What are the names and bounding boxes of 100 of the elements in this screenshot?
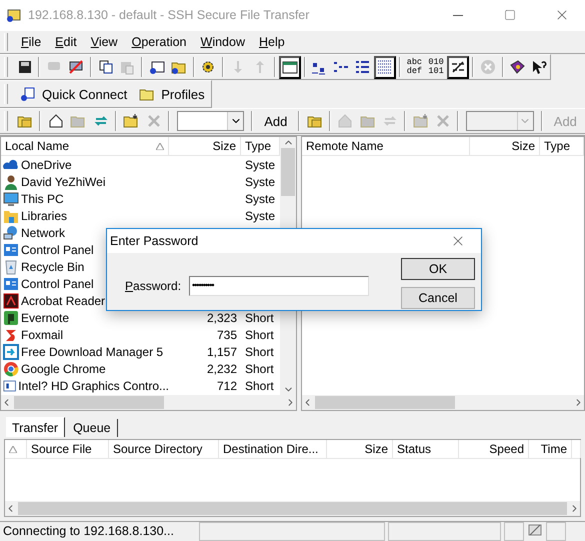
disconnect-icon (68, 59, 84, 75)
column-header[interactable]: Type (540, 137, 584, 155)
horizontal-scrollbar[interactable] (5, 501, 580, 516)
status-panel (504, 522, 524, 541)
auto-mode-icon (450, 59, 466, 75)
cancel-button[interactable]: Cancel (401, 287, 475, 309)
sort-icon (156, 142, 164, 150)
home-icon (337, 113, 354, 129)
new-folder-icon (412, 113, 429, 129)
file-type: Syste (244, 174, 276, 188)
column-header[interactable]: Size (169, 137, 241, 155)
file-name[interactable]: Evernote (1, 310, 169, 326)
file-type: Short (244, 310, 275, 324)
window-title: 192.168.8.130 - default - SSH Secure File Transfer (28, 8, 310, 22)
ok-button[interactable]: OK (401, 258, 475, 280)
path-combo-box[interactable] (176, 111, 244, 131)
delete-icon (146, 113, 162, 129)
file-type: Short (244, 344, 275, 358)
connect-icon (20, 86, 36, 102)
menu-item[interactable]: File (14, 33, 48, 51)
file-type: Short (244, 328, 275, 342)
minimize-icon (453, 14, 463, 16)
small-icons-view-icon (333, 59, 350, 75)
context-help-icon (531, 59, 548, 75)
horizontal-scrollbar[interactable] (302, 395, 584, 410)
column-header[interactable]: Time (529, 440, 572, 458)
file-name[interactable]: Free Download Manager 5 (1, 344, 169, 360)
dialog-title: Enter Password (110, 234, 200, 248)
column-header[interactable]: Destination Dire... (219, 440, 327, 458)
home-icon (48, 113, 64, 129)
column-header[interactable]: Size (327, 440, 393, 458)
control-panel-icon (3, 276, 19, 292)
file-name[interactable]: Acrobat Reader (1, 292, 169, 308)
menu-item[interactable]: Window (194, 33, 252, 51)
column-header[interactable]: Remote Name (302, 137, 470, 155)
status-text: Connecting to 192.168.8.130... (2, 523, 175, 540)
sort-icon (9, 446, 17, 452)
tab[interactable]: Queue (67, 419, 118, 437)
profiles-button[interactable]: Profiles (133, 84, 211, 104)
file-size: 2,232 (206, 362, 238, 376)
column-header[interactable]: Speed (459, 440, 529, 458)
quick-connect-button[interactable]: Quick Connect (14, 84, 134, 104)
file-type: Syste (244, 158, 276, 172)
text-mode-button[interactable]: 010 101 (425, 56, 447, 78)
file-size: 735 (216, 328, 238, 342)
file-type: Short (244, 362, 275, 376)
app-icon (6, 7, 22, 23)
details-view-icon (376, 59, 393, 75)
menu-item[interactable]: Operation (124, 33, 194, 51)
file-type: Syste (244, 208, 276, 222)
column-header[interactable]: Size (470, 137, 540, 155)
status-panel (546, 522, 566, 541)
person-icon (3, 174, 19, 190)
menu-item[interactable]: Edit (48, 33, 84, 51)
file-size: 2,323 (206, 310, 238, 324)
column-header[interactable]: Source Directory (109, 440, 219, 458)
list-view-icon (354, 59, 371, 75)
menu-item[interactable]: Help (252, 33, 292, 51)
file-name[interactable]: Libraries (1, 208, 169, 224)
file-name[interactable]: Recycle Bin (1, 258, 169, 274)
control-panel-icon (3, 242, 19, 258)
file-name[interactable]: Intel? HD Graphics Contro... (1, 378, 169, 394)
window-button[interactable] (278, 56, 301, 78)
file-name[interactable]: Foxmail (1, 326, 169, 342)
file-name[interactable]: OneDrive (1, 156, 169, 172)
file-type: Syste (244, 192, 276, 206)
scrollbar-thumb[interactable] (281, 148, 295, 196)
copy-icon (98, 59, 114, 75)
field-label: Password: (125, 279, 179, 293)
tab[interactable]: Transfer (6, 417, 66, 437)
transfer-icon (527, 522, 543, 538)
settings-icon (200, 59, 216, 75)
add-button[interactable]: Add (256, 112, 296, 130)
file-name[interactable]: Google Chrome (1, 360, 169, 376)
window-icon (3, 378, 16, 394)
save-icon (16, 59, 33, 75)
browser-icon (3, 360, 19, 376)
column-header[interactable]: Status (393, 440, 459, 458)
horizontal-scrollbar[interactable] (1, 395, 296, 410)
file-type: Short (244, 378, 275, 392)
recycle-bin-icon (3, 258, 19, 274)
password-field[interactable]: •••••••••• (189, 276, 369, 296)
menu-item[interactable]: View (84, 33, 125, 51)
column-header[interactable]: Local Name (1, 137, 169, 155)
new-terminal-icon (149, 59, 166, 75)
monitor-icon (3, 190, 19, 206)
file-name[interactable]: This PC (1, 190, 169, 206)
column-header[interactable]: Source File (27, 440, 109, 458)
file-size: 1,157 (206, 344, 238, 358)
globe-icon (3, 224, 19, 240)
auto-mode-button[interactable] (446, 56, 469, 78)
file-name[interactable]: David YeZhiWei (1, 174, 169, 190)
text-mode-button[interactable]: abc def (404, 56, 426, 78)
stop-icon (480, 59, 496, 75)
details-view-button[interactable] (374, 56, 396, 78)
window-icon (282, 59, 298, 75)
delete-icon (435, 113, 452, 129)
file-size: 712 (216, 378, 238, 392)
paste-icon (119, 59, 136, 75)
new-folder-icon (123, 113, 140, 129)
